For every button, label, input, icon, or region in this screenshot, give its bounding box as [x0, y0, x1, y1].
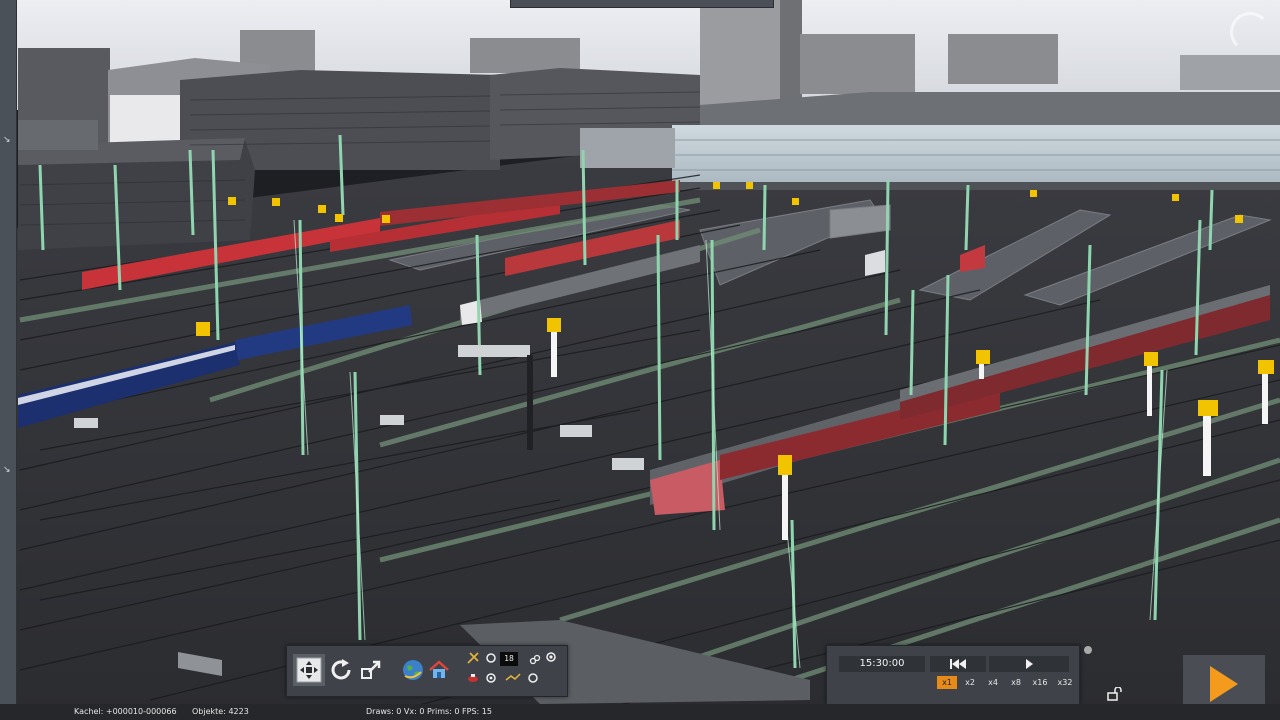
play-large-icon: [1210, 666, 1238, 702]
sim-clock: 15:30:00: [839, 656, 925, 672]
rewind-button[interactable]: [930, 656, 986, 672]
object-counter: 18: [500, 652, 518, 666]
play-small-button[interactable]: [989, 656, 1069, 672]
home-icon[interactable]: [423, 654, 455, 686]
editor-toolbar: 18: [286, 645, 568, 697]
speed-x8[interactable]: x8: [1006, 676, 1026, 689]
speed-x4[interactable]: x4: [983, 676, 1003, 689]
select-mode-icon[interactable]: [355, 654, 387, 686]
indicator-dot: [1084, 646, 1092, 654]
speed-x32[interactable]: x32: [1054, 676, 1076, 689]
speed-sign-icon[interactable]: [505, 672, 521, 684]
expand-arrow-icon[interactable]: ↘: [3, 136, 12, 145]
track-object-icon[interactable]: [467, 672, 479, 684]
top-dropdown-tab[interactable]: [510, 0, 774, 8]
rail-yard-3d-view[interactable]: [0, 0, 1280, 720]
radio-on-icon[interactable]: [545, 651, 557, 663]
speed-x1[interactable]: x1: [937, 676, 957, 689]
speed-x2[interactable]: x2: [960, 676, 980, 689]
status-bar: Kachel: +000010-000066 Objekte: 4223 Dra…: [0, 704, 1280, 720]
unlock-icon[interactable]: [1101, 684, 1129, 704]
move-arrows-icon[interactable]: [293, 654, 325, 686]
radio-target-icon[interactable]: [485, 672, 497, 684]
render-stats: Draws: 0 Vx: 0 Prims: 0 FPS: 15: [366, 707, 492, 716]
simulation-time-panel: 15:30:00 x1 x2 x4 x8 x16 x32: [826, 645, 1080, 705]
rewind-icon: [950, 659, 966, 669]
speed-selector: x1 x2 x4 x8 x16 x32: [937, 676, 1076, 689]
radio-off-icon[interactable]: [485, 652, 497, 664]
left-side-panel[interactable]: ↘ ↘: [0, 0, 17, 704]
expand-arrow-icon[interactable]: ↘: [3, 466, 12, 475]
link-icon[interactable]: [529, 654, 541, 666]
loading-spinner-icon: [1230, 12, 1270, 52]
object-count: Objekte: 4223: [192, 707, 249, 716]
signal-editor-icon[interactable]: [467, 652, 479, 664]
play-small-icon: [1026, 659, 1033, 669]
tile-coordinates: Kachel: +000010-000066: [74, 707, 177, 716]
radio-off-icon-2[interactable]: [527, 672, 539, 684]
rotate-icon[interactable]: [325, 654, 357, 686]
speed-x16[interactable]: x16: [1029, 676, 1051, 689]
